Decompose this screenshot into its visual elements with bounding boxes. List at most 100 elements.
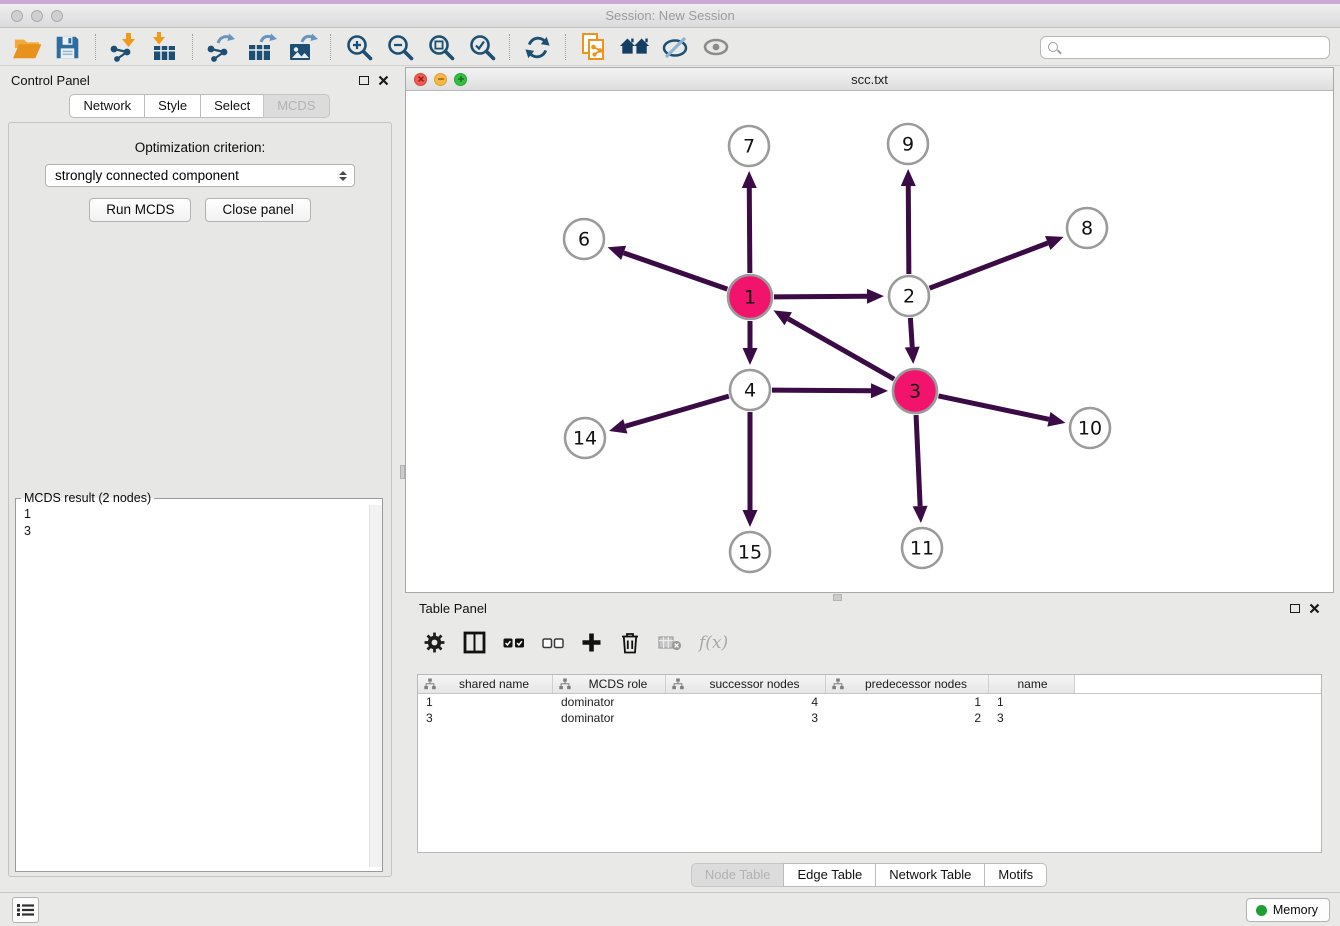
maximize-window-button[interactable]	[51, 10, 63, 22]
network-view[interactable]: 1234678910111415	[406, 91, 1333, 592]
mcds-result-list: 13	[16, 505, 368, 867]
result-scrollbar[interactable]	[369, 505, 382, 867]
cell-mcds-role[interactable]: dominator	[553, 695, 666, 709]
graph-edge-arrowhead	[742, 171, 757, 188]
apply-preferred-layout-button[interactable]	[517, 31, 558, 64]
zoom-out-button[interactable]	[379, 31, 420, 64]
column-header-mcds-role[interactable]: MCDS role	[553, 675, 666, 693]
import-table-button[interactable]	[144, 31, 185, 64]
minimize-window-button[interactable]	[31, 10, 43, 22]
export-table-button[interactable]	[241, 31, 282, 64]
zoom-selected-button[interactable]	[461, 31, 502, 64]
function-builder-button[interactable]: f(x)	[699, 629, 728, 657]
column-type-icon	[832, 678, 844, 690]
graph-edge-3-1[interactable]	[788, 319, 894, 379]
optimization-criterion-label: Optimization criterion:	[9, 140, 391, 155]
cell-shared-name[interactable]: 1	[418, 695, 553, 709]
column-header-predecessor-nodes[interactable]: predecessor nodes	[826, 675, 989, 693]
tab-edge-table[interactable]: Edge Table	[783, 863, 876, 887]
graph-edge-1-7[interactable]	[749, 188, 750, 273]
cell-successor-nodes[interactable]: 4	[666, 695, 826, 709]
tab-style[interactable]: Style	[144, 94, 201, 118]
eye-icon	[703, 34, 730, 60]
graph-edge-arrowhead	[743, 510, 758, 527]
new-network-from-selection-icon	[580, 32, 608, 62]
graph-edge-arrowhead	[913, 506, 928, 523]
cell-successor-nodes[interactable]: 3	[666, 711, 826, 725]
close-network-button[interactable]	[414, 73, 427, 86]
column-header-shared-name[interactable]: shared name	[418, 675, 553, 693]
tab-motifs[interactable]: Motifs	[984, 863, 1047, 887]
hide-panel-button[interactable]	[696, 31, 737, 64]
graph-edge-2-9[interactable]	[908, 186, 909, 274]
network-overview-button[interactable]	[614, 31, 655, 64]
table-row[interactable]: 1dominator411	[418, 694, 1321, 710]
tab-select[interactable]: Select	[200, 94, 264, 118]
zoom-network-button[interactable]	[454, 73, 467, 86]
tab-network-table[interactable]: Network Table	[875, 863, 985, 887]
tab-node-table[interactable]: Node Table	[691, 863, 785, 887]
close-table-panel-icon[interactable]	[1309, 603, 1320, 614]
column-header-successor-nodes[interactable]: successor nodes	[666, 675, 826, 693]
select-all-columns-button[interactable]	[503, 629, 525, 657]
mcds-tab-content: Optimization criterion: strongly connect…	[8, 122, 392, 877]
table-row[interactable]: 3dominator323	[418, 710, 1321, 726]
table-toolbar: f(x)	[405, 621, 1334, 664]
memory-status-icon	[1256, 905, 1267, 916]
zoom-in-button[interactable]	[338, 31, 379, 64]
cell-shared-name[interactable]: 3	[418, 711, 553, 725]
search-input[interactable]	[1058, 40, 1329, 55]
column-header-name[interactable]: name	[989, 675, 1075, 693]
delete-columns-button[interactable]	[619, 629, 641, 657]
cell-mcds-role[interactable]: dominator	[553, 711, 666, 725]
cell-predecessor-nodes[interactable]: 1	[826, 695, 989, 709]
create-column-button[interactable]	[581, 629, 602, 657]
graph-edge-4-14[interactable]	[625, 396, 729, 426]
float-table-panel-icon[interactable]	[1290, 604, 1300, 613]
toolbar-separator	[192, 34, 193, 60]
new-network-from-selection-button[interactable]	[573, 31, 614, 64]
tab-mcds[interactable]: MCDS	[263, 94, 329, 118]
table-options-button[interactable]	[423, 629, 446, 657]
network-window-title: scc.txt	[406, 72, 1333, 87]
close-window-button[interactable]	[11, 10, 23, 22]
cell-name[interactable]: 1	[989, 695, 1075, 709]
delete-table-button[interactable]	[658, 629, 682, 657]
cell-predecessor-nodes[interactable]: 2	[826, 711, 989, 725]
float-panel-icon[interactable]	[359, 76, 369, 85]
graph-edge-1-2[interactable]	[774, 296, 867, 297]
show-column-button[interactable]	[463, 629, 486, 657]
graph-edge-3-11[interactable]	[916, 415, 920, 506]
graph-edge-1-6[interactable]	[624, 253, 728, 289]
import-network-button[interactable]	[103, 31, 144, 64]
unselect-all-columns-button[interactable]	[542, 629, 564, 657]
memory-button[interactable]: Memory	[1246, 898, 1330, 922]
save-session-button[interactable]	[47, 31, 88, 64]
export-image-button[interactable]	[282, 31, 323, 64]
graph-edge-2-8[interactable]	[930, 243, 1048, 288]
tab-network[interactable]: Network	[69, 94, 145, 118]
export-network-button[interactable]	[200, 31, 241, 64]
graph-node-label: 7	[743, 136, 755, 158]
close-panel-icon[interactable]	[378, 75, 389, 86]
open-session-button[interactable]	[6, 31, 47, 64]
control-panel-title: Control Panel	[11, 73, 90, 88]
zoom-fit-content-button[interactable]	[420, 31, 461, 64]
graph-edge-2-3[interactable]	[910, 318, 912, 347]
cell-name[interactable]: 3	[989, 711, 1075, 725]
toolbar-separator	[330, 34, 331, 60]
criterion-select[interactable]: strongly connected component	[45, 164, 355, 187]
close-panel-button[interactable]: Close panel	[205, 198, 310, 222]
graph-edge-arrowhead	[1047, 412, 1065, 427]
list-icon	[17, 903, 34, 917]
graph-node-label: 6	[578, 229, 590, 251]
show-graphics-details-button[interactable]	[655, 31, 696, 64]
column-type-icon	[424, 678, 436, 690]
run-mcds-button[interactable]: Run MCDS	[89, 198, 191, 222]
show-panel-list-button[interactable]	[12, 897, 39, 923]
toolbar-separator	[95, 34, 96, 60]
minimize-network-button[interactable]	[434, 73, 447, 86]
graph-edge-4-3[interactable]	[772, 390, 871, 391]
graph-edge-3-10[interactable]	[938, 396, 1048, 419]
columns-icon	[463, 631, 486, 654]
